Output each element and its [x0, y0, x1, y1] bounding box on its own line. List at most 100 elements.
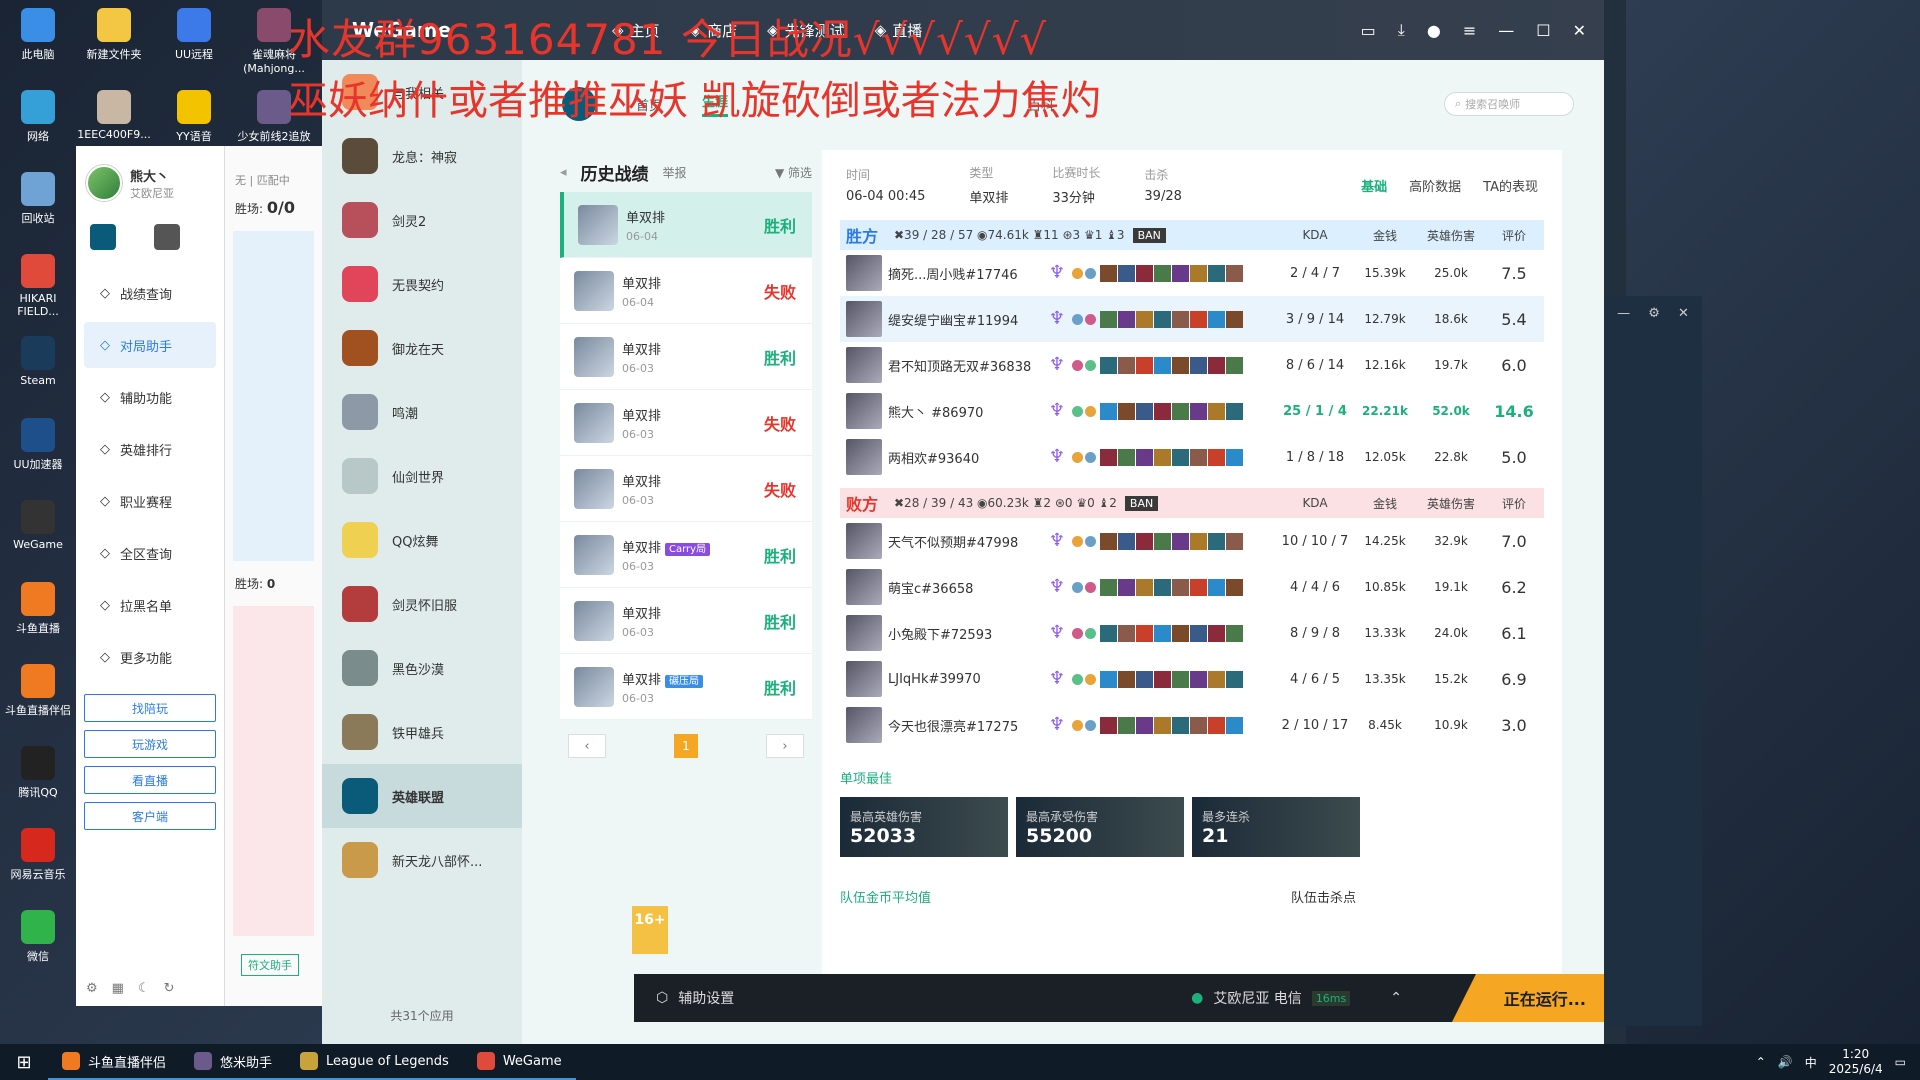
mini-close-icon[interactable]: ✕ — [1678, 306, 1689, 321]
ban-button[interactable]: BAN — [1124, 495, 1159, 511]
sidebar-game-item[interactable]: 无畏契约 — [322, 252, 522, 316]
minimize-icon[interactable]: — — [1498, 21, 1514, 40]
helper-button[interactable]: 客户端 — [84, 802, 216, 830]
sidebar-game-item[interactable]: 御龙在天 — [322, 316, 522, 380]
taskbar-app[interactable]: League of Legends — [286, 1044, 463, 1080]
player-name[interactable]: 今天也很漂亮#17275 — [882, 716, 1042, 735]
desktop-icon[interactable]: 腾讯QQ — [0, 746, 76, 824]
sidebar-game-item[interactable]: 剑灵2 — [322, 188, 522, 252]
player-row[interactable]: 萌宝c#36658 ♆ 4 / 4 / 6 10.85k 19.1k 6.2 — [840, 564, 1544, 610]
player-row[interactable]: 君不知顶路无双#36838 ♆ 8 / 6 / 14 12.16k 19.7k 6.0 — [840, 342, 1544, 388]
moon-icon[interactable]: ☾ — [138, 981, 150, 996]
helper-nav-item[interactable]: ◇ 辅助功能 — [84, 374, 216, 420]
clock[interactable]: 1:20 2025/6/4 — [1829, 1047, 1883, 1077]
refresh-icon[interactable]: ↻ — [164, 981, 175, 996]
ban-button[interactable]: BAN — [1132, 227, 1166, 243]
lol-icon[interactable] — [90, 224, 116, 250]
match-item[interactable]: 单双排 Carry局 06-03 胜利 — [560, 522, 812, 588]
player-name[interactable]: LJIqHk#39970 — [882, 672, 1042, 687]
assist-settings-button[interactable]: ⬡ 辅助设置 — [634, 988, 734, 1008]
wegame-nav-item[interactable]: ◈ 商店 — [690, 20, 738, 41]
wegame-nav-item[interactable]: ◈ 主页 — [612, 20, 660, 41]
sidebar-game-item[interactable]: 龙息：神寂 — [322, 124, 522, 188]
match-item[interactable]: 单双排 06-03 失败 — [560, 456, 812, 522]
download-icon[interactable]: ⤓ — [1398, 20, 1405, 40]
player-name[interactable]: 熊大丶 #86970 — [882, 402, 1042, 421]
filter-button[interactable]: ▼ 筛选 — [775, 164, 812, 181]
player-row[interactable]: 小兔殿下#72593 ♆ 8 / 9 / 8 13.33k 24.0k 6.1 — [840, 610, 1544, 656]
page-number[interactable]: 1 — [674, 734, 698, 758]
tab-advanced[interactable]: 高阶数据 — [1409, 176, 1461, 195]
desktop-icon[interactable]: 此电脑 — [0, 8, 76, 86]
helper-nav-item[interactable]: ◇ 英雄排行 — [84, 426, 216, 472]
desktop-icon[interactable]: 新建文件夹 — [76, 8, 152, 86]
tab-performance[interactable]: TA的表现 — [1483, 176, 1538, 195]
sidebar-game-item[interactable]: 与我相关 — [322, 60, 522, 124]
sidebar-game-item[interactable]: QQ炫舞 — [322, 508, 522, 572]
prev-page-button[interactable]: ‹ — [568, 734, 606, 758]
player-name[interactable]: 缇安缇宁幽宝#11994 — [882, 310, 1042, 329]
mini-minimize-icon[interactable]: — — [1617, 306, 1630, 321]
match-item[interactable]: 单双排 06-03 胜利 — [560, 324, 812, 390]
next-page-button[interactable]: › — [766, 734, 804, 758]
helper-nav-item[interactable]: ◇ 对局助手 — [84, 322, 216, 368]
desktop-icon[interactable]: 网易云音乐 — [0, 828, 76, 906]
player-row[interactable]: LJIqHk#39970 ♆ 4 / 6 / 5 13.35k 15.2k 6.9 — [840, 656, 1544, 702]
desktop-icon[interactable]: UU加速器 — [0, 418, 76, 496]
settings-icon[interactable]: ⚙ — [86, 981, 98, 996]
desktop-icon[interactable]: 微信 — [0, 910, 76, 988]
player-row[interactable]: 天气不似预期#47998 ♆ 10 / 10 / 7 14.25k 32.9k 7.0 — [840, 518, 1544, 564]
volume-icon[interactable]: 🔊 — [1778, 1055, 1793, 1069]
avatar[interactable] — [86, 165, 122, 201]
match-item[interactable]: 单双排 06-03 失败 — [560, 390, 812, 456]
player-row[interactable]: 今天也很漂亮#17275 ♆ 2 / 10 / 17 8.45k 10.9k 3.0 — [840, 702, 1544, 748]
tray-expand-icon[interactable]: ⌃ — [1756, 1055, 1766, 1069]
sidebar-game-item[interactable]: 鸣潮 — [322, 380, 522, 444]
chevron-up-icon[interactable]: ⌃ — [1390, 990, 1402, 1006]
helper-nav-item[interactable]: ◇ 全区查询 — [84, 530, 216, 576]
desktop-icon[interactable]: 回收站 — [0, 172, 76, 250]
helper-nav-item[interactable]: ◇ 更多功能 — [84, 634, 216, 680]
grid-icon[interactable]: ▦ — [112, 981, 124, 996]
match-item[interactable]: 单双排 碾压局 06-03 胜利 — [560, 654, 812, 720]
collapse-icon[interactable]: ◂ — [560, 165, 567, 180]
sidebar-game-item[interactable]: 剑灵怀旧服 — [322, 572, 522, 636]
search-input[interactable]: ⌕ 搜索召唤师 — [1444, 92, 1574, 116]
match-item[interactable]: 单双排 06-04 失败 — [560, 258, 812, 324]
player-row[interactable]: 熊大丶 #86970 ♆ 25 / 1 / 4 22.21k 52.0k 14.6 — [840, 388, 1544, 434]
desktop-icon[interactable]: 斗鱼直播 — [0, 582, 76, 660]
player-name[interactable]: 两相欢#93640 — [882, 448, 1042, 467]
notification-icon[interactable]: ▭ — [1895, 1055, 1906, 1069]
helper-button[interactable]: 看直播 — [84, 766, 216, 794]
desktop-icon[interactable]: 斗鱼直播伴侣 — [0, 664, 76, 742]
player-name[interactable]: 小兔殿下#72593 — [882, 624, 1042, 643]
desktop-icon[interactable]: Steam — [0, 336, 76, 414]
helper-nav-item[interactable]: ◇ 职业赛程 — [84, 478, 216, 524]
sidebar-game-item[interactable]: 仙剑世界 — [322, 444, 522, 508]
wegame-nav-item[interactable]: ◈ 先锋测试 — [767, 20, 845, 41]
helper-nav-item[interactable]: ◇ 战绩查询 — [84, 270, 216, 316]
desktop-icon[interactable]: 网络 — [0, 90, 76, 168]
taskbar-app[interactable]: WeGame — [462, 1044, 576, 1080]
fuwen-button[interactable]: 符文助手 — [241, 954, 299, 976]
helper-button[interactable]: 玩游戏 — [84, 730, 216, 758]
taskbar-app[interactable]: 斗鱼直播伴侣 — [48, 1044, 181, 1080]
close-icon[interactable]: ✕ — [1573, 21, 1586, 40]
server-status[interactable]: ● 艾欧尼亚 电信 16ms ⌃ — [1191, 988, 1452, 1008]
match-item[interactable]: 单双排 06-03 胜利 — [560, 588, 812, 654]
player-name[interactable]: 天气不似预期#47998 — [882, 532, 1042, 551]
desktop-icon[interactable]: WeGame — [0, 500, 76, 578]
match-item[interactable]: 单双排 06-04 胜利 — [560, 192, 812, 258]
mini-settings-icon[interactable]: ⚙ — [1648, 306, 1660, 321]
subnav-career[interactable]: 生涯 — [702, 91, 729, 117]
helper-nav-item[interactable]: ◇ 拉黑名单 — [84, 582, 216, 628]
subnav-wiki[interactable]: 百科 — [1028, 95, 1054, 114]
player-row[interactable]: 缇安缇宁幽宝#11994 ♆ 3 / 9 / 14 12.79k 18.6k 5.4 — [840, 296, 1544, 342]
desktop-icon[interactable]: HIKARI FIELD... — [0, 254, 76, 332]
desktop-icon[interactable]: UU远程 — [156, 8, 232, 86]
sidebar-game-item[interactable]: 英雄联盟 — [322, 764, 522, 828]
player-name[interactable]: 萌宝c#36658 — [882, 578, 1042, 597]
maximize-icon[interactable]: ☐ — [1536, 21, 1550, 40]
start-button[interactable]: ⊞ — [0, 1044, 48, 1080]
team-gold-link[interactable]: 队伍金币平均值 — [840, 887, 931, 906]
